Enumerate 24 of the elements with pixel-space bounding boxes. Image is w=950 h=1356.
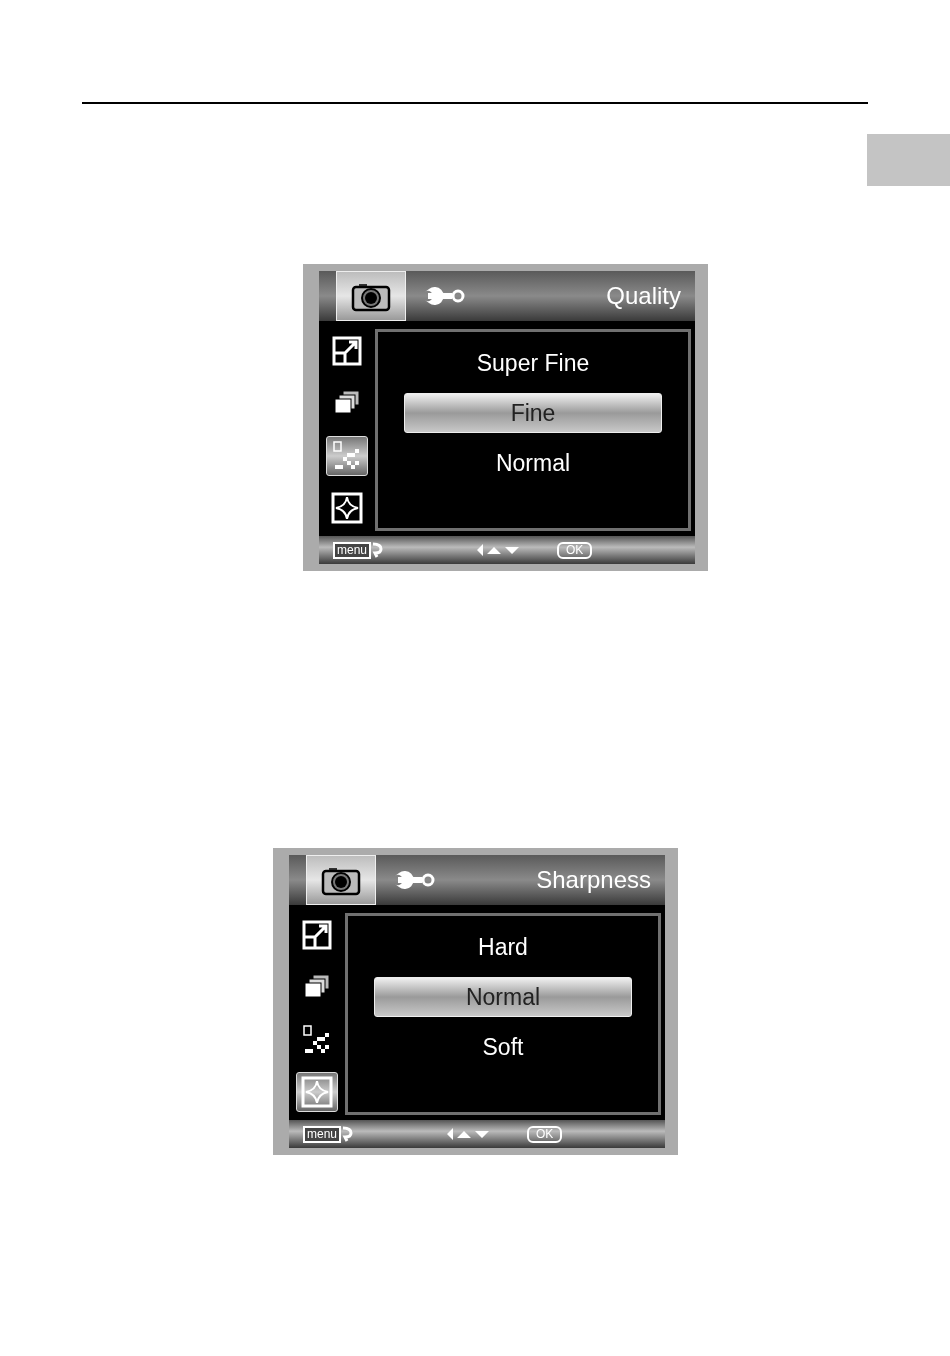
ok-key: OK: [527, 1125, 563, 1143]
return-icon: [371, 541, 384, 559]
menu-option[interactable]: Super Fine: [404, 343, 662, 383]
menu-tab[interactable]: [306, 855, 376, 905]
menu-title: Sharpness: [536, 866, 651, 894]
sidebar-item[interactable]: [326, 435, 368, 476]
sidebar-item[interactable]: [296, 1071, 338, 1112]
menu-option[interactable]: Fine: [404, 393, 662, 433]
resize-icon: [302, 920, 332, 951]
menu-key: menu: [303, 1125, 342, 1143]
menu-title: Quality: [606, 282, 681, 310]
resize-icon: [332, 336, 362, 367]
menu-tab[interactable]: [336, 271, 406, 321]
return-icon: [341, 1125, 354, 1143]
sparkle-icon: [331, 491, 363, 524]
ok-key: OK: [557, 541, 593, 559]
menu-option[interactable]: Normal: [404, 443, 662, 483]
menu-option[interactable]: Soft: [374, 1027, 632, 1067]
menu-option[interactable]: Hard: [374, 927, 632, 967]
sparkle-icon: [301, 1075, 333, 1108]
checker-icon: [303, 1024, 331, 1055]
menu-key: menu: [333, 541, 372, 559]
menu-option[interactable]: Normal: [374, 977, 632, 1017]
checker-icon: [333, 440, 361, 471]
